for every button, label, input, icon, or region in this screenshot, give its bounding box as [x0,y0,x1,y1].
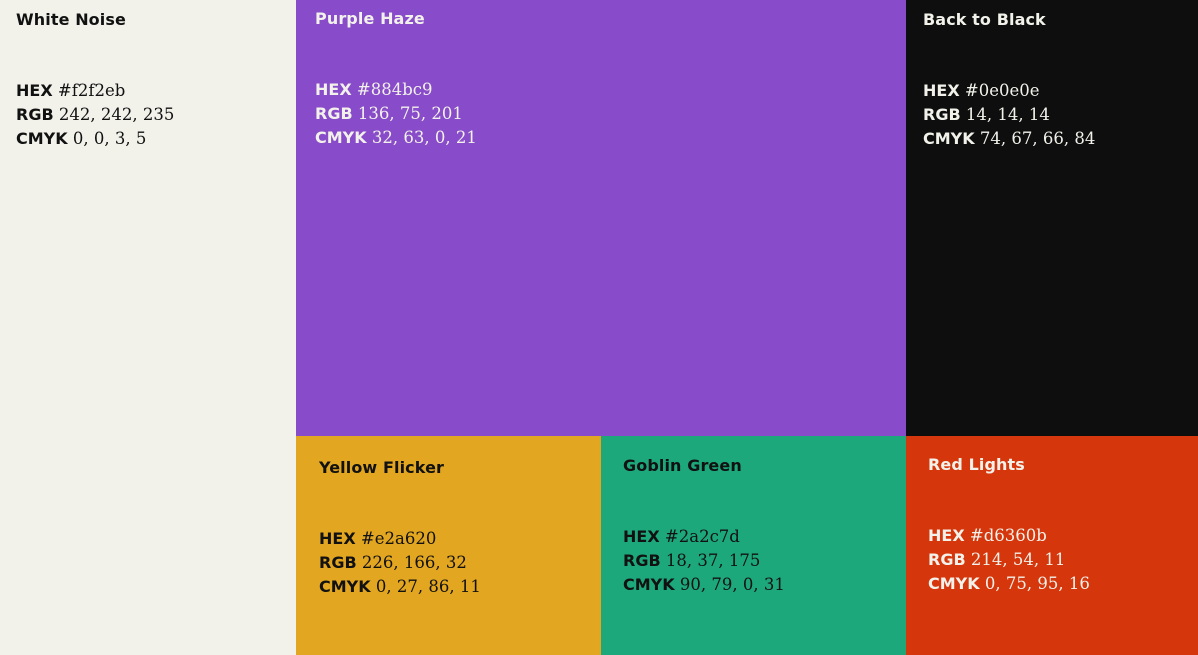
swatch-red-lights: Red Lights HEX #d6360b RGB 214, 54, 11 C… [906,436,1198,655]
hex-value: #884bc9 [356,80,433,99]
rgb-label: RGB [315,104,353,123]
hex-value: #e2a620 [360,529,437,548]
color-palette: White Noise HEX #f2f2eb RGB 242, 242, 23… [0,0,1198,655]
hex-label: HEX [319,529,356,548]
swatch-purple-haze: Purple Haze HEX #884bc9 RGB 136, 75, 201… [296,0,906,436]
rgb-line: RGB 18, 37, 175 [623,549,785,573]
cmyk-label: CMYK [315,128,367,147]
swatch-name: Red Lights [928,455,1025,474]
hex-line: HEX #0e0e0e [923,79,1095,103]
cmyk-line: CMYK 0, 75, 95, 16 [928,572,1090,596]
swatch-name: Purple Haze [315,9,425,28]
cmyk-value: 74, 67, 66, 84 [979,129,1096,148]
rgb-label: RGB [923,105,961,124]
cmyk-label: CMYK [16,129,68,148]
swatch-specs: HEX #d6360b RGB 214, 54, 11 CMYK 0, 75, … [928,524,1090,596]
rgb-line: RGB 214, 54, 11 [928,548,1090,572]
swatch-back-to-black: Back to Black HEX #0e0e0e RGB 14, 14, 14… [906,0,1198,436]
swatch-white-noise: White Noise HEX #f2f2eb RGB 242, 242, 23… [0,0,296,655]
cmyk-label: CMYK [923,129,975,148]
rgb-value: 214, 54, 11 [970,550,1066,569]
rgb-line: RGB 242, 242, 235 [16,103,174,127]
rgb-value: 18, 37, 175 [665,551,761,570]
hex-label: HEX [923,81,960,100]
cmyk-value: 32, 63, 0, 21 [371,128,477,147]
cmyk-line: CMYK 90, 79, 0, 31 [623,573,785,597]
hex-label: HEX [623,527,660,546]
hex-line: HEX #884bc9 [315,78,477,102]
hex-line: HEX #2a2c7d [623,525,785,549]
cmyk-value: 0, 27, 86, 11 [375,577,481,596]
cmyk-value: 0, 75, 95, 16 [984,574,1090,593]
hex-value: #d6360b [969,526,1047,545]
hex-value: #f2f2eb [57,81,126,100]
rgb-label: RGB [928,550,966,569]
swatch-name: White Noise [16,10,126,29]
rgb-label: RGB [319,553,357,572]
swatch-name: Back to Black [923,10,1046,29]
hex-value: #2a2c7d [664,527,740,546]
rgb-value: 136, 75, 201 [357,104,463,123]
rgb-label: RGB [16,105,54,124]
cmyk-value: 90, 79, 0, 31 [679,575,785,594]
swatch-name: Yellow Flicker [319,458,445,477]
hex-line: HEX #e2a620 [319,527,481,551]
swatch-specs: HEX #f2f2eb RGB 242, 242, 235 CMYK 0, 0,… [16,79,174,151]
rgb-line: RGB 14, 14, 14 [923,103,1095,127]
hex-label: HEX [928,526,965,545]
swatch-specs: HEX #2a2c7d RGB 18, 37, 175 CMYK 90, 79,… [623,525,785,597]
cmyk-label: CMYK [928,574,980,593]
hex-label: HEX [315,80,352,99]
cmyk-line: CMYK 32, 63, 0, 21 [315,126,477,150]
hex-value: #0e0e0e [964,81,1040,100]
cmyk-value: 0, 0, 3, 5 [72,129,147,148]
rgb-value: 226, 166, 32 [361,553,467,572]
hex-label: HEX [16,81,53,100]
rgb-line: RGB 136, 75, 201 [315,102,477,126]
swatch-name: Goblin Green [623,456,742,475]
hex-line: HEX #d6360b [928,524,1090,548]
rgb-label: RGB [623,551,661,570]
swatch-specs: HEX #e2a620 RGB 226, 166, 32 CMYK 0, 27,… [319,527,481,599]
cmyk-line: CMYK 0, 27, 86, 11 [319,575,481,599]
hex-line: HEX #f2f2eb [16,79,174,103]
swatch-specs: HEX #0e0e0e RGB 14, 14, 14 CMYK 74, 67, … [923,79,1095,151]
swatch-yellow-flicker: Yellow Flicker HEX #e2a620 RGB 226, 166,… [296,436,601,655]
cmyk-label: CMYK [623,575,675,594]
cmyk-line: CMYK 0, 0, 3, 5 [16,127,174,151]
cmyk-line: CMYK 74, 67, 66, 84 [923,127,1095,151]
swatch-specs: HEX #884bc9 RGB 136, 75, 201 CMYK 32, 63… [315,78,477,150]
rgb-value: 14, 14, 14 [965,105,1050,124]
rgb-line: RGB 226, 166, 32 [319,551,481,575]
cmyk-label: CMYK [319,577,371,596]
rgb-value: 242, 242, 235 [58,105,175,124]
swatch-goblin-green: Goblin Green HEX #2a2c7d RGB 18, 37, 175… [601,436,906,655]
